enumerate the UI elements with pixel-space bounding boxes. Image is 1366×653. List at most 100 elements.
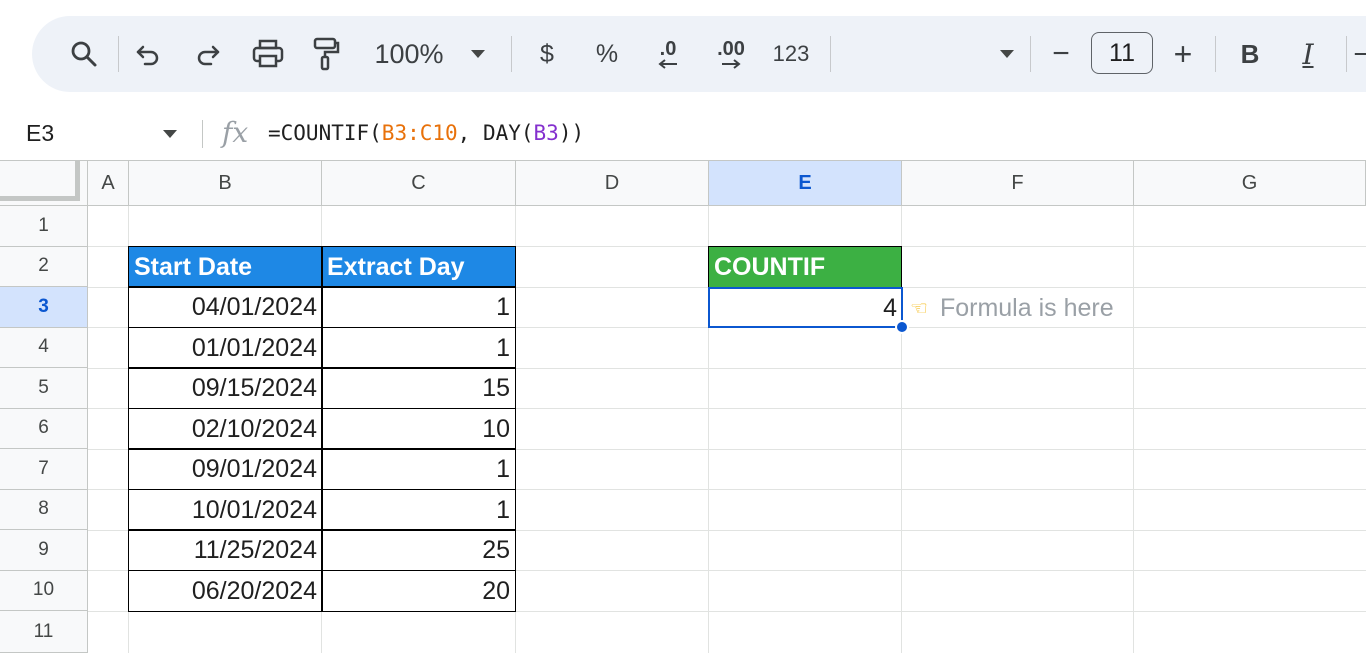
chevron-down-icon (1000, 50, 1014, 58)
table-border (128, 286, 516, 288)
select-all-corner[interactable] (0, 161, 88, 206)
minus-icon: − (1052, 37, 1070, 70)
column-header-c[interactable]: C (322, 161, 516, 206)
redo-button[interactable] (190, 16, 226, 92)
freeze-handle[interactable] (0, 161, 80, 201)
paint-format-icon (313, 37, 340, 71)
cell-e2[interactable]: COUNTIF (709, 247, 901, 288)
plus-icon: + (1173, 35, 1193, 72)
zoom-value: 100% (374, 38, 444, 69)
fx-icon: fx (222, 116, 249, 149)
active-cell-selection (708, 287, 903, 328)
fill-handle[interactable] (895, 320, 909, 334)
cell-c3[interactable]: 1 (322, 288, 515, 329)
formula-note: ☜ Formula is here (910, 291, 1114, 325)
column-header-a[interactable]: A (88, 161, 129, 206)
name-box[interactable]: E3 (26, 120, 54, 147)
toolbar-divider (1030, 36, 1031, 72)
column-header-f[interactable]: F (902, 161, 1134, 206)
table-border (128, 367, 516, 369)
name-box-dropdown-icon[interactable] (163, 130, 177, 138)
italic-button[interactable]: I (1292, 16, 1324, 92)
cell-c9[interactable]: 25 (322, 531, 515, 572)
cell-b10[interactable]: 06/20/2024 (129, 571, 322, 612)
row-header-4[interactable]: 4 (0, 327, 88, 368)
toolbar-divider (830, 36, 831, 72)
row-header-8[interactable]: 8 (0, 489, 88, 530)
paint-format-button[interactable] (306, 16, 346, 92)
currency-format-button[interactable]: $ (530, 16, 564, 92)
zoom-select[interactable]: 100% (368, 16, 450, 92)
row-header-7[interactable]: 7 (0, 449, 88, 490)
cell-c10[interactable]: 20 (322, 571, 515, 612)
cell-c8[interactable]: 1 (322, 490, 515, 531)
font-size-input[interactable]: 11 (1091, 32, 1153, 74)
strikethrough-icon (1354, 53, 1366, 55)
pointing-hand-icon: ☜ (910, 297, 928, 320)
italic-icon: I (1302, 37, 1314, 71)
cell-b5[interactable]: 09/15/2024 (129, 369, 322, 410)
print-button[interactable] (248, 16, 288, 92)
row-header-3[interactable]: 3 (0, 287, 88, 328)
table-border (321, 246, 323, 612)
toolbar: 100% $ % .0 .00 123 − 11 + B I (0, 0, 1366, 108)
column-header-g[interactable]: G (1134, 161, 1366, 206)
cell-c2[interactable]: Extract Day (322, 247, 515, 288)
spreadsheet-grid: A B C D E F G 1 2 3 4 5 6 7 8 9 10 11 St… (0, 161, 1366, 653)
zoom-dropdown[interactable] (464, 16, 492, 92)
print-icon (252, 39, 284, 68)
column-header-b[interactable]: B (129, 161, 322, 206)
cell-b8[interactable]: 10/01/2024 (129, 490, 322, 531)
undo-button[interactable] (130, 16, 166, 92)
cell-b2[interactable]: Start Date (129, 247, 322, 288)
percent-format-button[interactable]: % (590, 16, 624, 92)
column-header-d[interactable]: D (516, 161, 709, 206)
row-header-2[interactable]: 2 (0, 246, 88, 287)
formula-prefix: =COUNTIF( (268, 121, 382, 145)
decrease-decimal-button[interactable]: .0 (648, 16, 688, 92)
table-border (128, 529, 516, 531)
gridline (515, 206, 516, 653)
table-border (128, 326, 516, 328)
undo-icon (136, 45, 159, 66)
decrease-decimal-label: .0 (659, 38, 677, 60)
cell-b3[interactable]: 04/01/2024 (129, 288, 322, 329)
increase-decimal-label: .00 (717, 38, 745, 60)
increase-decimal-button[interactable]: .00 (708, 16, 754, 92)
formula-mid: , DAY( (457, 121, 534, 145)
toolbar-divider (511, 36, 512, 72)
search-menus-button[interactable] (64, 16, 104, 92)
arrow-left-icon (658, 59, 677, 69)
row-header-11[interactable]: 11 (0, 611, 88, 653)
cell-b4[interactable]: 01/01/2024 (129, 328, 322, 369)
cell-b9[interactable]: 11/25/2024 (129, 531, 322, 572)
formula-note-text: Formula is here (939, 293, 1114, 322)
row-header-6[interactable]: 6 (0, 408, 88, 449)
cell-b7[interactable]: 09/01/2024 (129, 450, 322, 491)
formula-input[interactable]: =COUNTIF(B3:C10, DAY(B3)) (268, 121, 584, 145)
row-header-1[interactable]: 1 (0, 206, 88, 247)
decrease-font-size-button[interactable]: − (1046, 16, 1076, 92)
cell-c5[interactable]: 15 (322, 369, 515, 410)
gridline (1133, 206, 1134, 653)
number-format-button[interactable]: 123 (768, 16, 814, 92)
font-family-select[interactable] (845, 16, 1015, 92)
cell-b6[interactable]: 02/10/2024 (129, 409, 322, 450)
table-border (128, 488, 516, 490)
row-header-5[interactable]: 5 (0, 368, 88, 409)
cell-c4[interactable]: 1 (322, 328, 515, 369)
formula-ref: B3 (533, 121, 559, 145)
cell-c6[interactable]: 10 (322, 409, 515, 450)
strikethrough-button[interactable] (1350, 16, 1366, 92)
column-header-e[interactable]: E (709, 161, 902, 206)
formula-bar: E3 fx =COUNTIF(B3:C10, DAY(B3)) (0, 108, 1366, 161)
chevron-down-icon (471, 50, 485, 58)
toolbar-divider (1346, 36, 1347, 72)
row-header-10[interactable]: 10 (0, 570, 88, 611)
toolbar-divider (118, 36, 119, 72)
row-header-9[interactable]: 9 (0, 530, 88, 571)
formula-range: B3:C10 (381, 121, 458, 145)
bold-button[interactable]: B (1234, 16, 1266, 92)
cell-c7[interactable]: 1 (322, 450, 515, 491)
increase-font-size-button[interactable]: + (1166, 16, 1200, 92)
